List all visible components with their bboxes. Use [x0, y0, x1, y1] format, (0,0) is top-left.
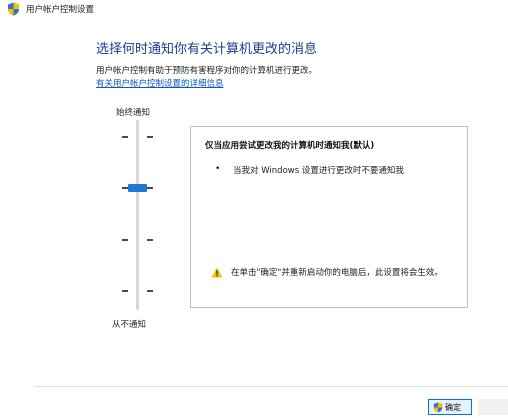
slider-tick [122, 290, 128, 292]
uac-shield-icon [433, 402, 443, 413]
warning-text: 在单击"确定"并重新启动你的电脑后，此设置将会生效。 [231, 268, 443, 278]
slider-tick [122, 239, 128, 241]
description-text: 用户帐户控制有助于预防有害程序对你的计算机进行更改。 [96, 66, 318, 76]
learn-more-link[interactable]: 有关用户帐户控制设置的详细信息 [96, 77, 224, 89]
slider-tick [147, 136, 153, 138]
cancel-button[interactable] [478, 399, 508, 415]
level-description-panel: 仅当应用尝试更改我的计算机时通知我(默认) • 当我对 Windows 设置进行… [190, 126, 468, 308]
ok-button-label: 确定 [445, 402, 461, 412]
warning-icon [211, 267, 223, 278]
page-heading: 选择何时通知你有关计算机更改的消息 [96, 42, 318, 57]
slider-bottom-label: 从不通知 [112, 320, 147, 330]
slider-tick [147, 239, 153, 241]
ok-button[interactable]: 确定 [428, 399, 472, 415]
slider-thumb[interactable] [128, 184, 147, 192]
slider-tick [147, 290, 153, 292]
level-title: 仅当应用尝试更改我的计算机时通知我(默认) [205, 141, 375, 151]
level-bullet-text: 当我对 Windows 设置进行更改时不要通知我 [233, 166, 404, 176]
slider-tick [122, 136, 128, 138]
uac-shield-icon [8, 2, 19, 16]
slider-track[interactable] [136, 120, 139, 310]
slider-top-label: 始终通知 [116, 108, 151, 118]
title-bar: 用户帐户控制设置 [0, 0, 508, 18]
notification-level-slider[interactable] [118, 120, 158, 310]
bullet-icon: • [215, 164, 221, 174]
window-title: 用户帐户控制设置 [26, 5, 95, 15]
slider-tick [147, 187, 153, 189]
footer-divider [34, 386, 508, 387]
